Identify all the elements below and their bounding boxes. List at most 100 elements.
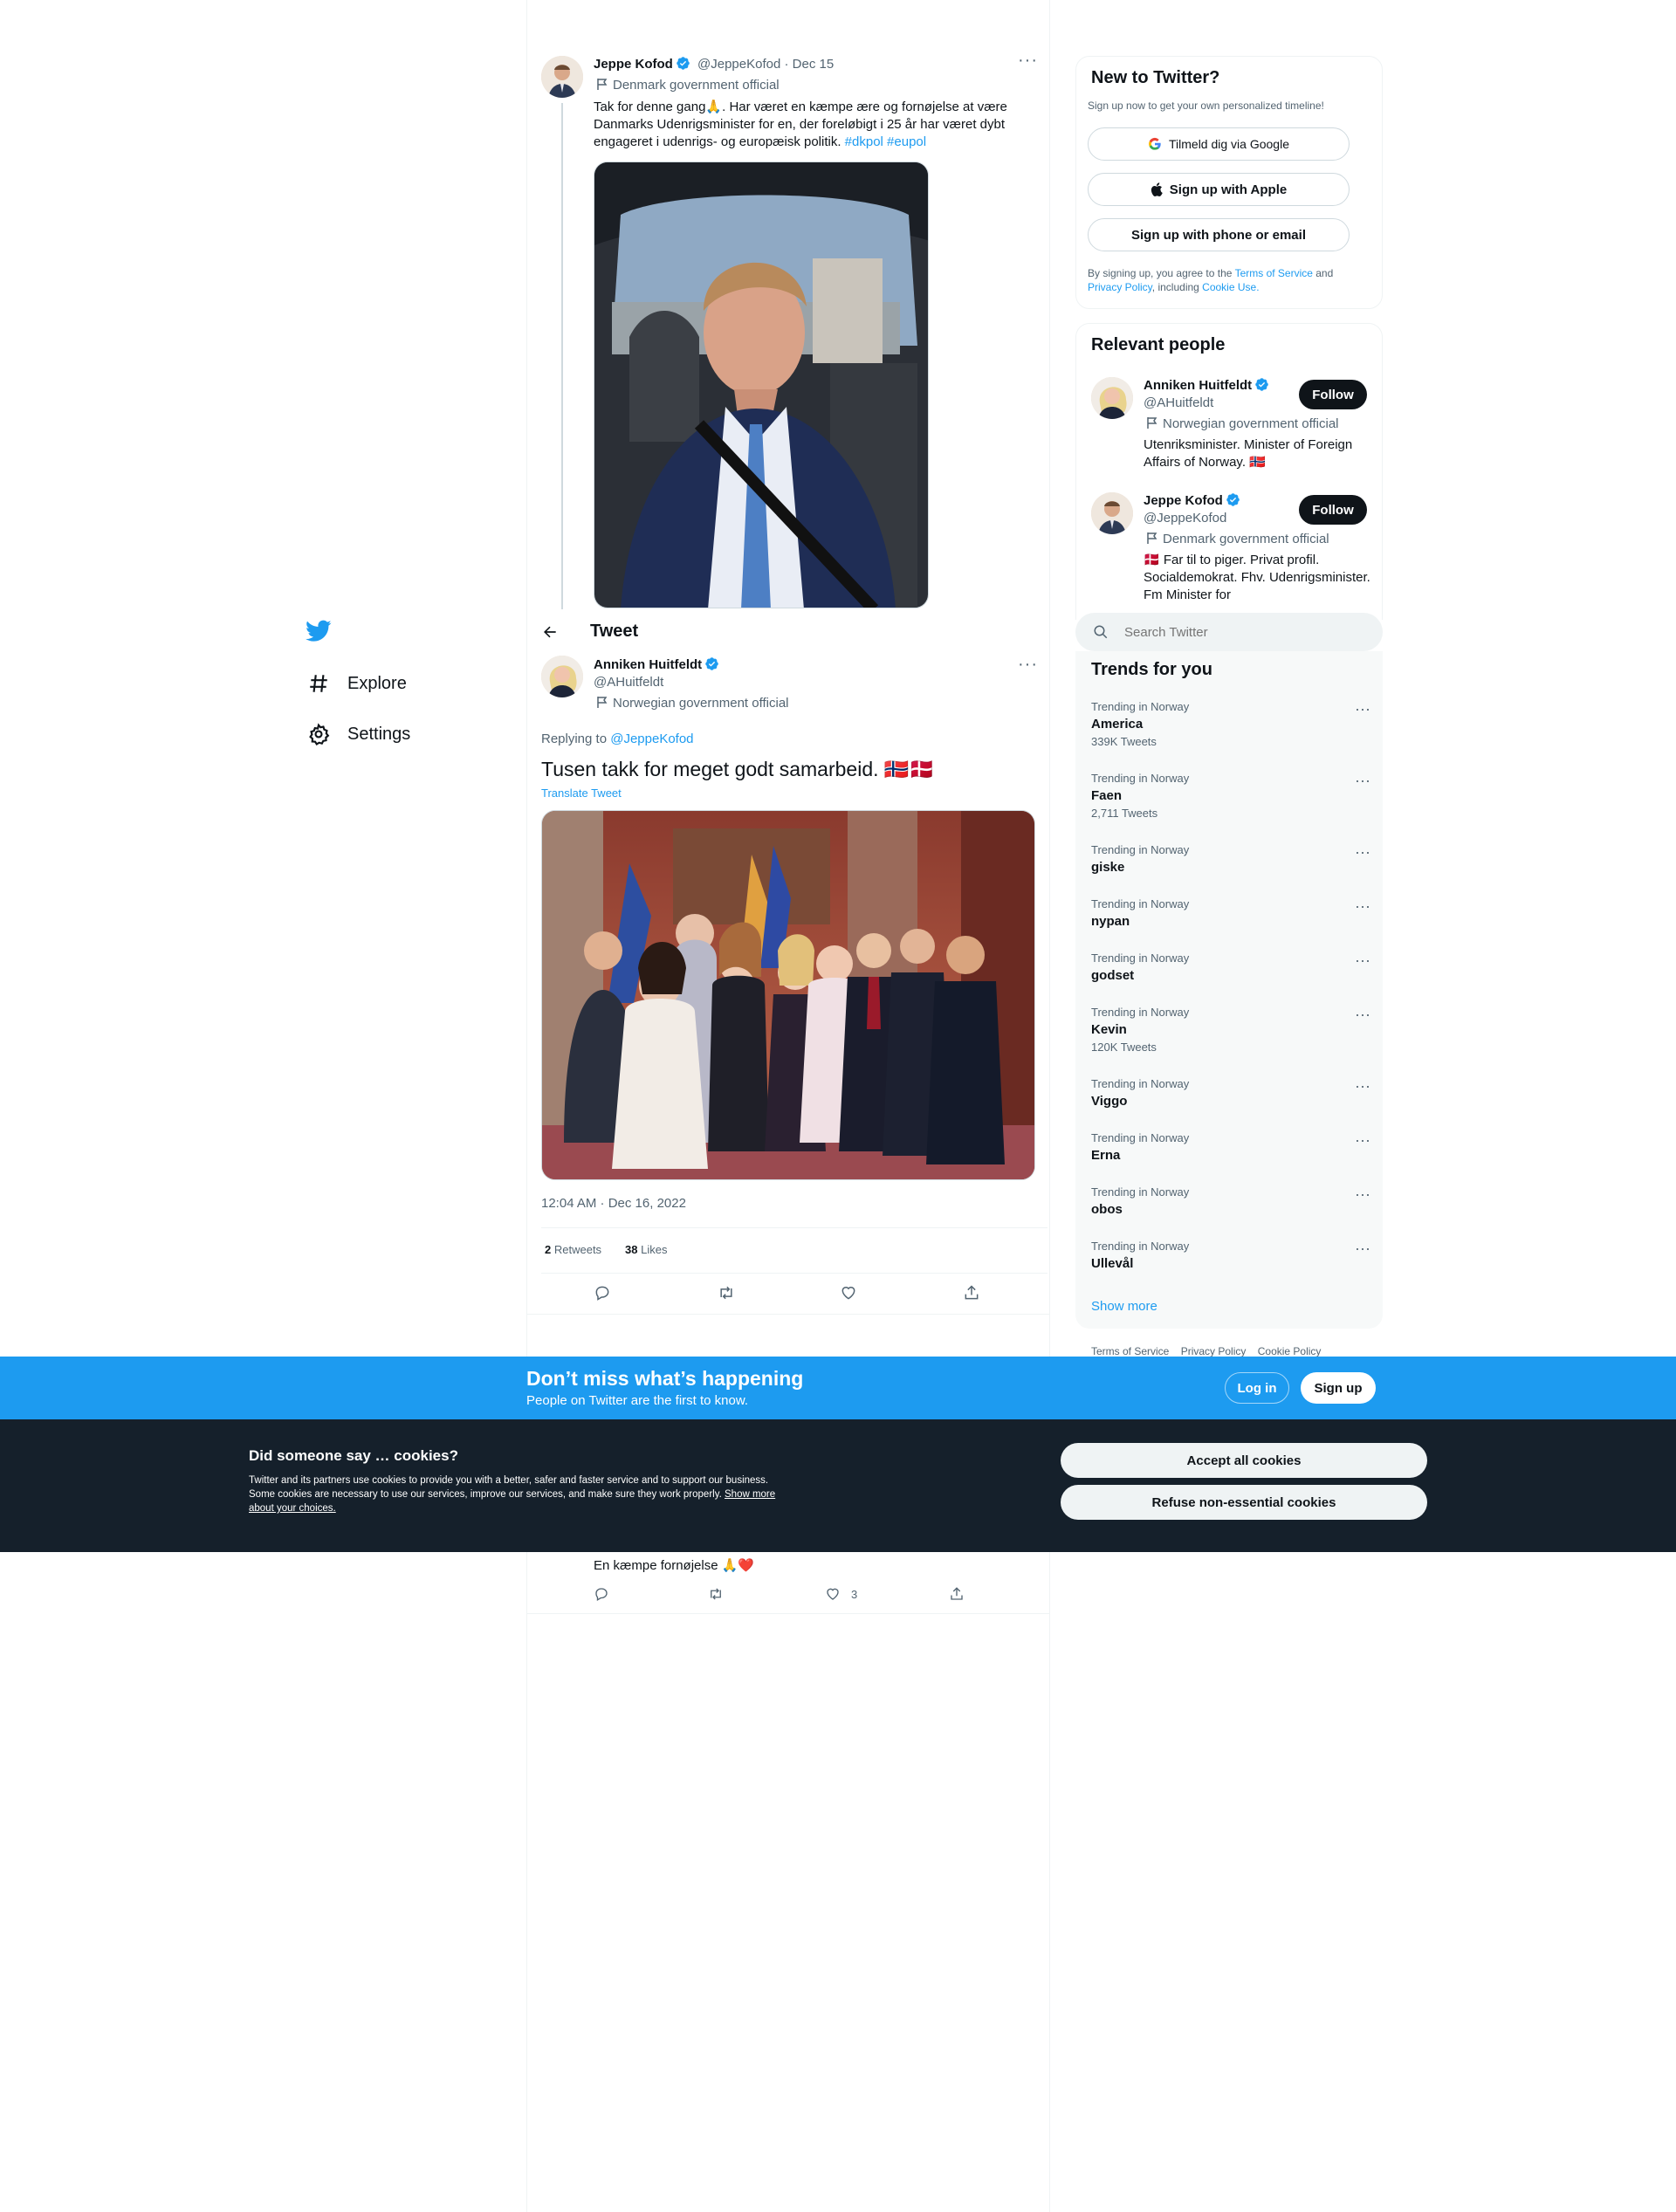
person-name[interactable]: Anniken Huitfeldt: [1144, 378, 1252, 393]
accept-cookies-button[interactable]: Accept all cookies: [1061, 1443, 1427, 1478]
author-handle[interactable]: @AHuitfeldt: [594, 675, 663, 690]
trend-item[interactable]: Trending in Norway Ullevål ···: [1091, 1240, 1370, 1271]
more-options-icon[interactable]: ···: [1355, 843, 1370, 862]
person-bio: 🇩🇰 Far til to piger. Privat profil. Soci…: [1144, 553, 1370, 602]
share-icon: [965, 1285, 979, 1300]
more-options-icon[interactable]: ···: [1355, 1131, 1370, 1150]
nav-explore-label: Explore: [347, 673, 407, 693]
more-options-icon[interactable]: ···: [1355, 1185, 1370, 1204]
avatar[interactable]: [541, 656, 583, 697]
divider: [526, 1314, 1049, 1315]
avatar[interactable]: [1091, 492, 1133, 534]
more-options-icon[interactable]: ···: [1355, 1006, 1370, 1024]
trend-item[interactable]: Trending in Norway America 339K Tweets ···: [1091, 700, 1370, 748]
show-more-link[interactable]: Show more: [1091, 1299, 1157, 1314]
government-label: Norwegian government official: [1147, 416, 1339, 431]
translate-tweet-link[interactable]: Translate Tweet: [541, 787, 622, 800]
reply-icon: [595, 1588, 608, 1601]
flag-icon: [1147, 532, 1157, 544]
like-button[interactable]: [840, 1284, 857, 1302]
like-button[interactable]: 3: [825, 1586, 857, 1602]
trend-item[interactable]: Trending in Norway Kevin 120K Tweets ···: [1091, 1006, 1370, 1054]
back-arrow-icon[interactable]: [541, 623, 559, 645]
terms-link[interactable]: Terms of Service: [1235, 267, 1313, 279]
author-name[interactable]: Jeppe Kofod: [594, 57, 673, 72]
tweet-text: Tusen takk for meget godt samarbeid. 🇳🇴🇩…: [541, 758, 935, 780]
retweets-stat[interactable]: 2 Retweets: [545, 1243, 601, 1256]
search-input[interactable]: [1124, 624, 1351, 640]
refuse-cookies-button[interactable]: Refuse non-essential cookies: [1061, 1485, 1427, 1520]
login-button[interactable]: Log in: [1225, 1372, 1289, 1404]
author-name[interactable]: Anniken Huitfeldt: [594, 657, 702, 672]
more-options-icon[interactable]: ···: [1355, 897, 1370, 916]
trends-title: Trends for you: [1091, 660, 1212, 679]
avatar[interactable]: [541, 56, 583, 98]
footer-link[interactable]: Privacy Policy: [1181, 1345, 1247, 1357]
retweet-button[interactable]: [717, 1284, 736, 1302]
google-icon: [1149, 137, 1161, 150]
replying-to: Replying to @JeppeKofod: [541, 732, 694, 746]
trend-item[interactable]: Trending in Norway giske ···: [1091, 843, 1370, 875]
banner-subtitle: People on Twitter are the first to know.: [526, 1393, 749, 1408]
nav-settings[interactable]: Settings: [307, 723, 410, 745]
trends-card: [1075, 651, 1383, 1329]
more-options-icon[interactable]: ···: [1355, 772, 1370, 790]
person-name-row: Anniken Huitfeldt: [1144, 377, 1269, 393]
like-count: 3: [851, 1587, 858, 1601]
more-options-icon[interactable]: ···: [1355, 1240, 1370, 1258]
reply-text: En kæmpe fornøjelse 🙏❤️: [594, 1558, 755, 1573]
reply-icon: [595, 1286, 609, 1301]
retweet-button[interactable]: [707, 1586, 725, 1602]
footer-link[interactable]: Terms of Service: [1091, 1345, 1169, 1357]
tweet-photo[interactable]: [541, 810, 1035, 1180]
person-handle[interactable]: @AHuitfeldt: [1144, 395, 1213, 410]
trend-item[interactable]: Trending in Norway obos ···: [1091, 1185, 1370, 1217]
more-options-icon[interactable]: ···: [1355, 951, 1370, 970]
trend-item[interactable]: Trending in Norway Faen 2,711 Tweets ···: [1091, 772, 1370, 820]
trend-item[interactable]: Trending in Norway godset ···: [1091, 951, 1370, 983]
hashtag-link[interactable]: #eupol: [887, 134, 926, 149]
share-button[interactable]: [963, 1284, 980, 1302]
more-options-icon[interactable]: ···: [1018, 656, 1038, 673]
more-options-icon[interactable]: ···: [1355, 700, 1370, 718]
flag-icon: [597, 79, 608, 90]
likes-stat[interactable]: 38 Likes: [625, 1243, 667, 1256]
twitter-logo-icon[interactable]: [306, 620, 332, 647]
apple-signup-button[interactable]: Sign up with Apple: [1088, 173, 1350, 206]
follow-button[interactable]: Follow: [1299, 495, 1367, 525]
share-button[interactable]: [949, 1586, 965, 1602]
person-name[interactable]: Jeppe Kofod: [1144, 493, 1223, 508]
privacy-link[interactable]: Privacy Policy: [1088, 281, 1152, 293]
tweet-photo[interactable]: [594, 161, 929, 608]
reply-button[interactable]: [594, 1284, 611, 1302]
column-divider-left: [526, 0, 527, 2212]
phone-email-signup-button[interactable]: Sign up with phone or email: [1088, 218, 1350, 251]
thread-line: [561, 103, 563, 609]
tweet-text: Tak for denne gang🙏. Har været en kæmpe …: [594, 100, 1007, 149]
tweet-timestamp[interactable]: 12:04 AM · Dec 16, 2022: [541, 1196, 686, 1211]
more-options-icon[interactable]: ···: [1355, 1077, 1370, 1096]
footer-link[interactable]: Cookie Policy: [1258, 1345, 1322, 1357]
author-handle[interactable]: @JeppeKofod: [697, 57, 780, 72]
avatar[interactable]: [1091, 377, 1133, 419]
relevant-people-title: Relevant people: [1091, 335, 1226, 354]
follow-button[interactable]: Follow: [1299, 380, 1367, 409]
trend-item[interactable]: Trending in Norway Viggo ···: [1091, 1077, 1370, 1109]
trend-item[interactable]: Trending in Norway nypan ···: [1091, 897, 1370, 929]
nav-explore[interactable]: Explore: [307, 672, 407, 695]
government-label: Denmark government official: [597, 78, 780, 93]
more-options-icon[interactable]: ···: [1018, 52, 1038, 69]
gear-icon: [309, 723, 330, 745]
mention-link[interactable]: @JeppeKofod: [610, 732, 693, 746]
reply-button[interactable]: [594, 1586, 609, 1602]
search-bar[interactable]: [1075, 613, 1383, 651]
signup-button[interactable]: Sign up: [1301, 1372, 1376, 1404]
trend-item[interactable]: Trending in Norway Erna ···: [1091, 1131, 1370, 1163]
signup-title: New to Twitter?: [1091, 68, 1220, 87]
hashtag-link[interactable]: #dkpol: [845, 134, 883, 149]
person-handle[interactable]: @JeppeKofod: [1144, 511, 1226, 526]
cookie-use-link[interactable]: Cookie Use.: [1202, 281, 1259, 293]
tweet-header: Anniken Huitfeldt: [594, 656, 719, 672]
tweet-date[interactable]: · Dec 15: [784, 57, 834, 72]
google-signup-button[interactable]: Tilmeld dig via Google: [1088, 127, 1350, 161]
